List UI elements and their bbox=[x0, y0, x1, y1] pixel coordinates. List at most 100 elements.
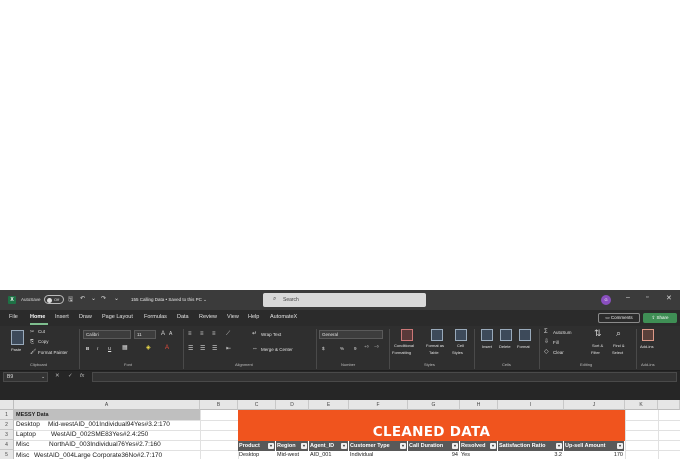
table-header-agent-id[interactable]: Agent_ID ▾ bbox=[309, 441, 349, 451]
customize-toolbar-icon[interactable]: ⌄ bbox=[114, 295, 119, 302]
sort-filter-icon[interactable]: ⇅ bbox=[594, 329, 602, 338]
currency-button[interactable]: $ bbox=[322, 346, 325, 351]
column-header-next[interactable] bbox=[658, 400, 680, 410]
column-header-h[interactable]: H bbox=[460, 400, 498, 410]
tab-review[interactable]: Review bbox=[199, 314, 217, 320]
filter-dropdown-icon[interactable]: ▾ bbox=[301, 443, 307, 449]
column-header-g[interactable]: G bbox=[408, 400, 460, 410]
decrease-font-icon[interactable]: A bbox=[169, 331, 172, 337]
decrease-decimal-icon[interactable]: ⁻⁰ bbox=[374, 345, 379, 351]
format-as-table-button[interactable]: Format as bbox=[426, 343, 444, 348]
font-size-select[interactable]: 11 bbox=[134, 330, 156, 339]
increase-font-icon[interactable]: A bbox=[161, 331, 165, 337]
table-header-resolved[interactable]: Resolved ▾ bbox=[460, 441, 498, 451]
tab-data[interactable]: Data bbox=[177, 314, 189, 320]
insert-cells-icon[interactable] bbox=[481, 329, 493, 341]
table-cell-customer-type[interactable]: Individual bbox=[349, 451, 408, 459]
paste-icon[interactable] bbox=[11, 330, 24, 345]
document-title[interactable]: 155 Calling Data • Saved to this PC ⌄ bbox=[131, 297, 207, 303]
filter-dropdown-icon[interactable]: ▾ bbox=[490, 443, 496, 449]
align-middle-icon[interactable]: ≡ bbox=[200, 331, 204, 337]
increase-decimal-icon[interactable]: ⁺⁰ bbox=[364, 345, 369, 351]
font-name-select[interactable]: Calibri bbox=[83, 330, 131, 339]
tab-page-layout[interactable]: Page Layout bbox=[102, 314, 133, 320]
filter-dropdown-icon[interactable]: ▾ bbox=[617, 443, 623, 449]
tab-formulas[interactable]: Formulas bbox=[144, 314, 167, 320]
row-header-4[interactable]: 4 bbox=[0, 440, 14, 450]
tab-view[interactable]: View bbox=[227, 314, 239, 320]
column-header-j[interactable]: J bbox=[564, 400, 625, 410]
conditional-formatting-icon[interactable] bbox=[401, 329, 413, 341]
merge-center-icon[interactable]: ⇔ bbox=[252, 346, 258, 352]
minimize-icon[interactable]: – bbox=[626, 294, 630, 301]
table-header-product[interactable]: Product ▾ bbox=[238, 441, 276, 451]
autosum-icon[interactable]: Σ bbox=[544, 329, 548, 335]
cleaned-data-banner[interactable]: CLEANED DATA bbox=[238, 410, 625, 441]
autosum-button[interactable]: AutoSum bbox=[553, 330, 572, 335]
sort-filter-button[interactable]: Sort & bbox=[592, 343, 603, 348]
column-header-e[interactable]: E bbox=[309, 400, 349, 410]
delete-cells-button[interactable]: Delete bbox=[499, 344, 511, 349]
redo-icon[interactable]: ↷ bbox=[101, 295, 106, 302]
undo-dropdown-icon[interactable]: ⌄ bbox=[91, 295, 96, 302]
autosave-toggle[interactable]: Off bbox=[44, 295, 64, 304]
table-cell-product[interactable]: Desktop bbox=[238, 451, 276, 459]
row-header-3[interactable]: 3 bbox=[0, 430, 14, 440]
column-header-d[interactable]: D bbox=[276, 400, 309, 410]
messy-cell-a5[interactable]: Misc bbox=[16, 451, 29, 459]
number-format-select[interactable]: General bbox=[319, 330, 383, 339]
table-header-upsell-amount[interactable]: Up-sell Amount ▾ bbox=[564, 441, 625, 451]
enter-icon[interactable]: ✓ bbox=[68, 373, 73, 379]
table-cell-call-duration[interactable]: 94 bbox=[408, 451, 460, 459]
font-color-icon[interactable]: A bbox=[165, 345, 169, 351]
table-cell-resolved[interactable]: Yes bbox=[460, 451, 498, 459]
column-header-f[interactable]: F bbox=[349, 400, 408, 410]
copy-icon[interactable]: ⎘ bbox=[30, 339, 34, 345]
cut-icon[interactable]: ✂ bbox=[30, 329, 34, 335]
name-box-dropdown-icon[interactable]: ⌄ bbox=[41, 373, 45, 381]
share-button[interactable]: ⇪ Share bbox=[643, 313, 677, 323]
wrap-text-icon[interactable]: ↵ bbox=[252, 331, 257, 337]
align-center-icon[interactable]: ☰ bbox=[200, 346, 205, 352]
cut-button[interactable]: Cut bbox=[38, 329, 45, 334]
tab-home[interactable]: Home bbox=[30, 314, 45, 320]
filter-dropdown-icon[interactable]: ▾ bbox=[268, 443, 274, 449]
column-header-c[interactable]: C bbox=[238, 400, 276, 410]
align-bottom-icon[interactable]: ≡ bbox=[212, 331, 216, 337]
insert-function-icon[interactable]: fx bbox=[80, 373, 84, 379]
column-header-i[interactable]: I bbox=[498, 400, 564, 410]
align-left-icon[interactable]: ☰ bbox=[188, 346, 193, 352]
italic-button[interactable]: I bbox=[97, 346, 98, 351]
select-all-corner[interactable] bbox=[0, 400, 14, 410]
filter-dropdown-icon[interactable]: ▾ bbox=[556, 443, 562, 449]
save-icon[interactable]: 🖫 bbox=[68, 295, 73, 305]
underline-button[interactable]: U bbox=[108, 346, 111, 351]
find-select-button[interactable]: Find & bbox=[613, 343, 625, 348]
messy-cell-a3[interactable]: Laptop bbox=[16, 430, 36, 440]
table-header-call-duration[interactable]: Call Duration ▾ bbox=[408, 441, 460, 451]
filter-dropdown-icon[interactable]: ▾ bbox=[400, 443, 406, 449]
close-icon[interactable]: ✕ bbox=[666, 294, 672, 302]
table-header-customer-type[interactable]: Customer Type ▾ bbox=[349, 441, 408, 451]
clear-button[interactable]: Clear bbox=[553, 350, 564, 355]
merge-center-button[interactable]: Merge & Center bbox=[261, 347, 293, 352]
restore-icon[interactable]: ▫ bbox=[646, 294, 648, 301]
align-right-icon[interactable]: ☰ bbox=[212, 346, 217, 352]
tab-automatex[interactable]: AutomateX bbox=[270, 314, 297, 320]
row-header-2[interactable]: 2 bbox=[0, 420, 14, 430]
align-top-icon[interactable]: ≡ bbox=[188, 331, 192, 337]
indent-icon[interactable]: ⇤ bbox=[226, 346, 231, 352]
bold-button[interactable]: B bbox=[86, 346, 89, 351]
tab-file[interactable]: File bbox=[9, 314, 18, 320]
search-box[interactable]: ⌕ Search bbox=[263, 293, 426, 307]
messy-cell-a2[interactable]: Desktop bbox=[16, 420, 40, 430]
worksheet-grid[interactable]: A B C D E F G H I J K 1 2 3 4 5 MESSY Da… bbox=[0, 400, 680, 459]
column-header-k[interactable]: K bbox=[625, 400, 658, 410]
row-header-5[interactable]: 5 bbox=[0, 450, 14, 459]
find-select-icon[interactable]: ⌕ bbox=[616, 329, 621, 338]
cancel-icon[interactable]: ✕ bbox=[55, 373, 60, 379]
table-cell-satisfaction-ratio[interactable]: 3.2 bbox=[498, 451, 564, 459]
messy-cell-a4[interactable]: Misc bbox=[16, 440, 29, 450]
table-cell-upsell-amount[interactable]: 170 bbox=[564, 451, 625, 459]
fill-button[interactable]: Fill bbox=[553, 340, 559, 345]
